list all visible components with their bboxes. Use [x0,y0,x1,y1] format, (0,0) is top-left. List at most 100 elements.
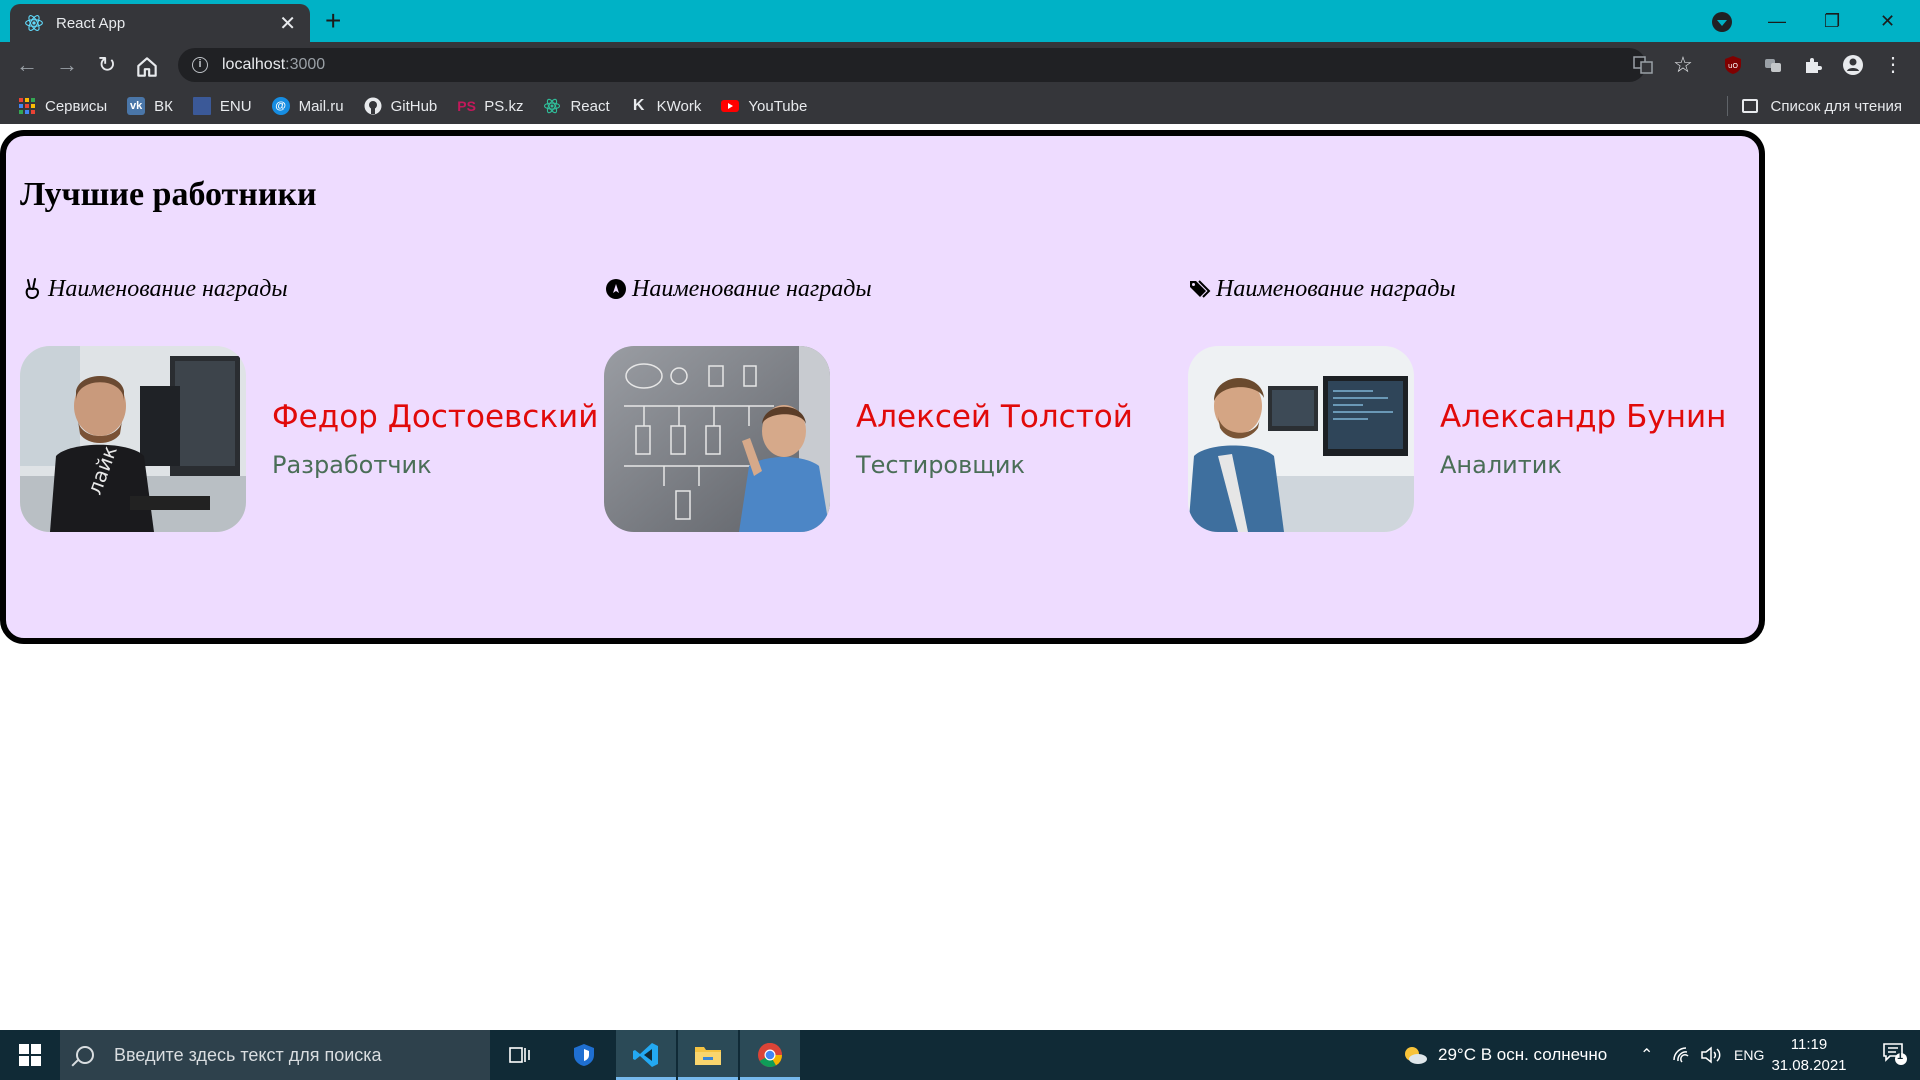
search-placeholder: Введите здесь текст для поиска [114,1044,382,1065]
page-title: Лучшие работники [20,176,317,213]
award-name: Наименование награды [632,275,872,302]
worker-card: Алексей Толстой Тестировщик [604,346,1164,532]
reading-list-label: Список для чтения [1770,97,1902,115]
show-hidden-icons-chevron-icon[interactable]: ⌃ [1640,1030,1653,1080]
bookmark-item[interactable]: React [543,97,610,115]
translate-icon[interactable] [1632,54,1654,76]
bookmark-item[interactable]: YouTube [721,97,807,115]
svg-text:uO: uO [1728,62,1738,70]
youtube-icon [721,100,740,112]
extension-icon[interactable] [1762,54,1784,76]
worker-name: Александр Бунин [1440,399,1727,435]
new-tab-button[interactable]: + [325,7,341,35]
tab-close-icon[interactable]: ✕ [279,11,296,36]
action-center-button[interactable]: 1 [1882,1042,1908,1066]
award-header: Наименование награды [1188,272,1748,306]
language-indicator[interactable]: ENG [1734,1030,1764,1080]
bookmark-item[interactable]: Сервисы [18,97,107,115]
restore-button[interactable]: ❐ [1824,6,1840,36]
award-header: Наименование награды [20,272,580,306]
bookmark-item[interactable]: PS PS.kz [457,97,523,115]
bookmark-item[interactable]: GitHub [364,97,438,115]
worker-role: Аналитик [1440,451,1562,479]
bookmark-label: GitHub [390,97,438,115]
react-icon [544,98,561,114]
worker-role: Тестировщик [856,451,1025,479]
site-info-icon[interactable]: i [192,57,208,73]
volume-icon[interactable] [1700,1030,1722,1080]
bookmark-label: PS.kz [484,97,524,115]
minimize-button[interactable]: — [1768,6,1786,36]
reload-icon[interactable]: ↻ [94,52,120,78]
bookmark-label: React [570,97,610,115]
ublock-icon[interactable]: uO [1722,54,1744,76]
system-clock[interactable]: 11:19 31.08.2021 [1764,1034,1854,1076]
task-view-icon [509,1047,530,1063]
start-button[interactable] [0,1030,60,1080]
award-column: Наименование награды [1188,272,1748,532]
award-column: Наименование награды [604,272,1164,532]
worker-photo [604,346,830,532]
reading-list-icon [1742,99,1759,113]
home-icon[interactable] [134,54,160,80]
chrome-icon [758,1043,782,1068]
shield-icon [574,1044,594,1066]
folder-icon [695,1047,721,1065]
bookmark-item[interactable]: K KWork [630,97,702,115]
vscode-icon [633,1043,658,1067]
bookmark-label: ВК [154,97,173,115]
puzzle-extensions-icon[interactable] [1802,54,1824,76]
mailru-icon: @ [271,97,290,115]
bookmark-item[interactable]: vk ВК [127,97,173,115]
worker-card: Александр Бунин Аналитик [1188,346,1748,532]
award-header: Наименование награды [604,272,1164,306]
weather-text: 29°C В осн. солнечно [1438,1045,1608,1064]
url-host: localhost [222,56,286,73]
taskbar-search-input[interactable]: Введите здесь текст для поиска [60,1030,490,1080]
profile-avatar-icon[interactable] [1842,54,1864,76]
taskbar-app-vscode[interactable] [616,1030,676,1080]
address-bar[interactable]: i localhost :3000 [178,48,1646,82]
bookmarks-bar: Сервисы vk ВК ENU @ Mail.ru GitHub PS PS… [0,88,1920,124]
browser-tab[interactable]: React App ✕ [10,4,310,42]
enu-icon [192,97,211,115]
worker-card: лайк Федор Достоевский Разработчик [20,346,598,532]
worker-info: Федор Достоевский Разработчик [272,399,598,479]
github-icon [364,97,382,115]
bookmark-item[interactable]: @ Mail.ru [271,97,344,115]
bookmark-star-icon[interactable]: ☆ [1672,54,1694,76]
tab-search-icon[interactable] [1712,12,1732,32]
clock-time: 11:19 [1790,1036,1828,1053]
page-viewport: Лучшие работники Наименование награды ла… [0,124,1920,1030]
vk-icon: vk [127,97,146,115]
task-view-button[interactable] [490,1030,550,1080]
menu-kebab-icon[interactable]: ⋮ [1882,54,1904,76]
network-wifi-icon[interactable] [1672,1030,1692,1080]
award-column: Наименование награды лайк Федор Достоевс… [20,272,598,532]
best-workers-card: Лучшие работники Наименование награды ла… [0,130,1765,644]
forward-icon[interactable]: → [54,52,80,78]
tab-title: React App [56,14,126,32]
bookmark-item[interactable]: ENU [192,97,252,115]
taskbar-app-defender[interactable] [554,1030,614,1080]
weather-sun-cloud-icon [1405,1047,1427,1064]
taskbar-app-explorer[interactable] [678,1030,738,1080]
search-icon [76,1046,94,1064]
award-name: Наименование награды [48,275,288,302]
bookmark-label: ENU [219,97,252,115]
weather-widget[interactable]: 29°C В осн. солнечно [1402,1030,1607,1080]
bookmark-label: KWork [656,97,702,115]
reading-list-button[interactable]: Список для чтения [1742,88,1902,124]
back-icon[interactable]: ← [14,52,40,78]
close-window-button[interactable]: ✕ [1880,6,1895,36]
worker-name: Федор Достоевский [272,399,599,435]
apps-grid-icon [19,98,35,114]
tags-icon [1190,280,1211,298]
worker-photo [1188,346,1414,532]
clock-date: 31.08.2021 [1771,1057,1847,1074]
worker-info: Алексей Толстой Тестировщик [856,399,1133,479]
taskbar-app-chrome[interactable] [740,1030,800,1080]
bookmark-label: Сервисы [45,97,108,115]
award-name: Наименование награды [1216,275,1456,302]
browser-toolbar: ← → ↻ i localhost :3000 ☆ uO ⋮ [0,42,1920,88]
